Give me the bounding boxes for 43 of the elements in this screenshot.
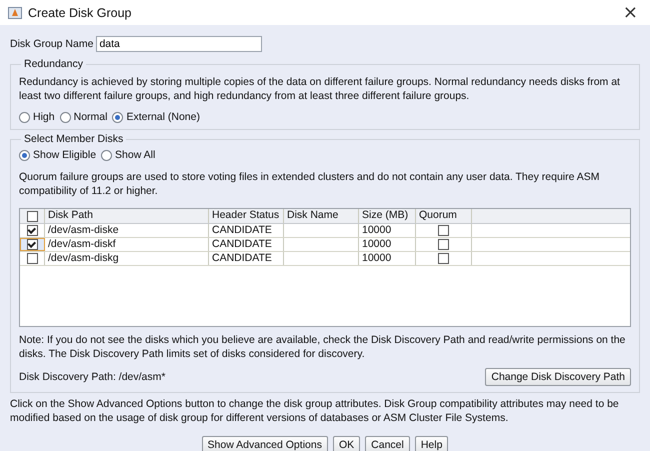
table-cell: /dev/asm-diske [45, 224, 209, 237]
radio-option[interactable]: High [19, 111, 55, 123]
column-header[interactable]: Quorum [416, 209, 472, 223]
change-path-button[interactable]: Change Disk Discovery Path [485, 368, 631, 386]
radio-option[interactable]: External (None) [112, 111, 200, 123]
panel-legend: Select Member Disks [21, 133, 126, 145]
table-cell: CANDIDATE [209, 224, 284, 237]
quorum-checkbox[interactable] [438, 253, 449, 264]
row-checkbox[interactable] [26, 239, 38, 250]
close-button[interactable]: × [618, 4, 642, 22]
app-icon [8, 6, 22, 20]
table-cell: 10000 [359, 224, 416, 237]
table-cell: 10000 [359, 238, 416, 251]
quorum-checkbox[interactable] [438, 225, 449, 236]
description-text: Redundancy is achieved by storing multiple copies of the data on different failure groups. Normal redundancy needs disks from at least two different failure groups, and high redundancy from at least three different failure groups. [19, 75, 621, 103]
field-label: Disk Group Name [10, 38, 94, 50]
radio-option[interactable]: Show Eligible [19, 149, 96, 161]
column-header[interactable]: Size (MB) [359, 209, 416, 223]
radio-option[interactable]: Normal [60, 111, 108, 123]
row-checkbox[interactable] [26, 225, 38, 236]
select-all-checkbox[interactable] [26, 210, 38, 222]
note-text: Note: If you do not see the disks which you believe are available, check the Disk Discovery Path and read/write permissions on the disks. The Disk Discovery Path limits set of disks considered for discovery. [19, 333, 626, 361]
column-header[interactable]: Disk Name [284, 209, 359, 223]
table-cell: CANDIDATE [209, 252, 284, 265]
radio-option[interactable]: Show All [101, 149, 156, 161]
panel-legend: Redundancy [21, 58, 86, 70]
table-cell: /dev/asm-diskf [45, 238, 209, 251]
dialog-button[interactable]: OK [332, 436, 360, 451]
dialog-button[interactable]: Cancel [365, 436, 410, 451]
table-cell: 10000 [359, 252, 416, 265]
dialog-button[interactable]: Show Advanced Options [202, 436, 328, 451]
row-checkbox[interactable] [26, 253, 38, 264]
column-header[interactable]: Disk Path [45, 209, 209, 223]
advanced-note: Click on the Show Advanced Options button to change the disk group attributes. Disk Group compatibility attributes may need to be modified based on the usage of disk group for different versions of databases or ASM Cluster File Systems. [10, 397, 620, 425]
table-cell: CANDIDATE [209, 238, 284, 251]
discovery-path-text: Disk Discovery Path: /dev/asm* [19, 371, 166, 383]
name-field[interactable]: data [96, 36, 262, 52]
column-header[interactable]: Header Status [209, 209, 284, 223]
window-title: Create Disk Group [28, 6, 133, 20]
quorum-note: Quorum failure groups are used to store voting files in extended clusters and do not contain any user data. They require ASM compatibility of 11.2 or higher. [19, 170, 601, 198]
table-cell: /dev/asm-diskg [45, 252, 209, 265]
quorum-checkbox[interactable] [438, 239, 449, 250]
dialog-button[interactable]: Help [414, 436, 448, 451]
